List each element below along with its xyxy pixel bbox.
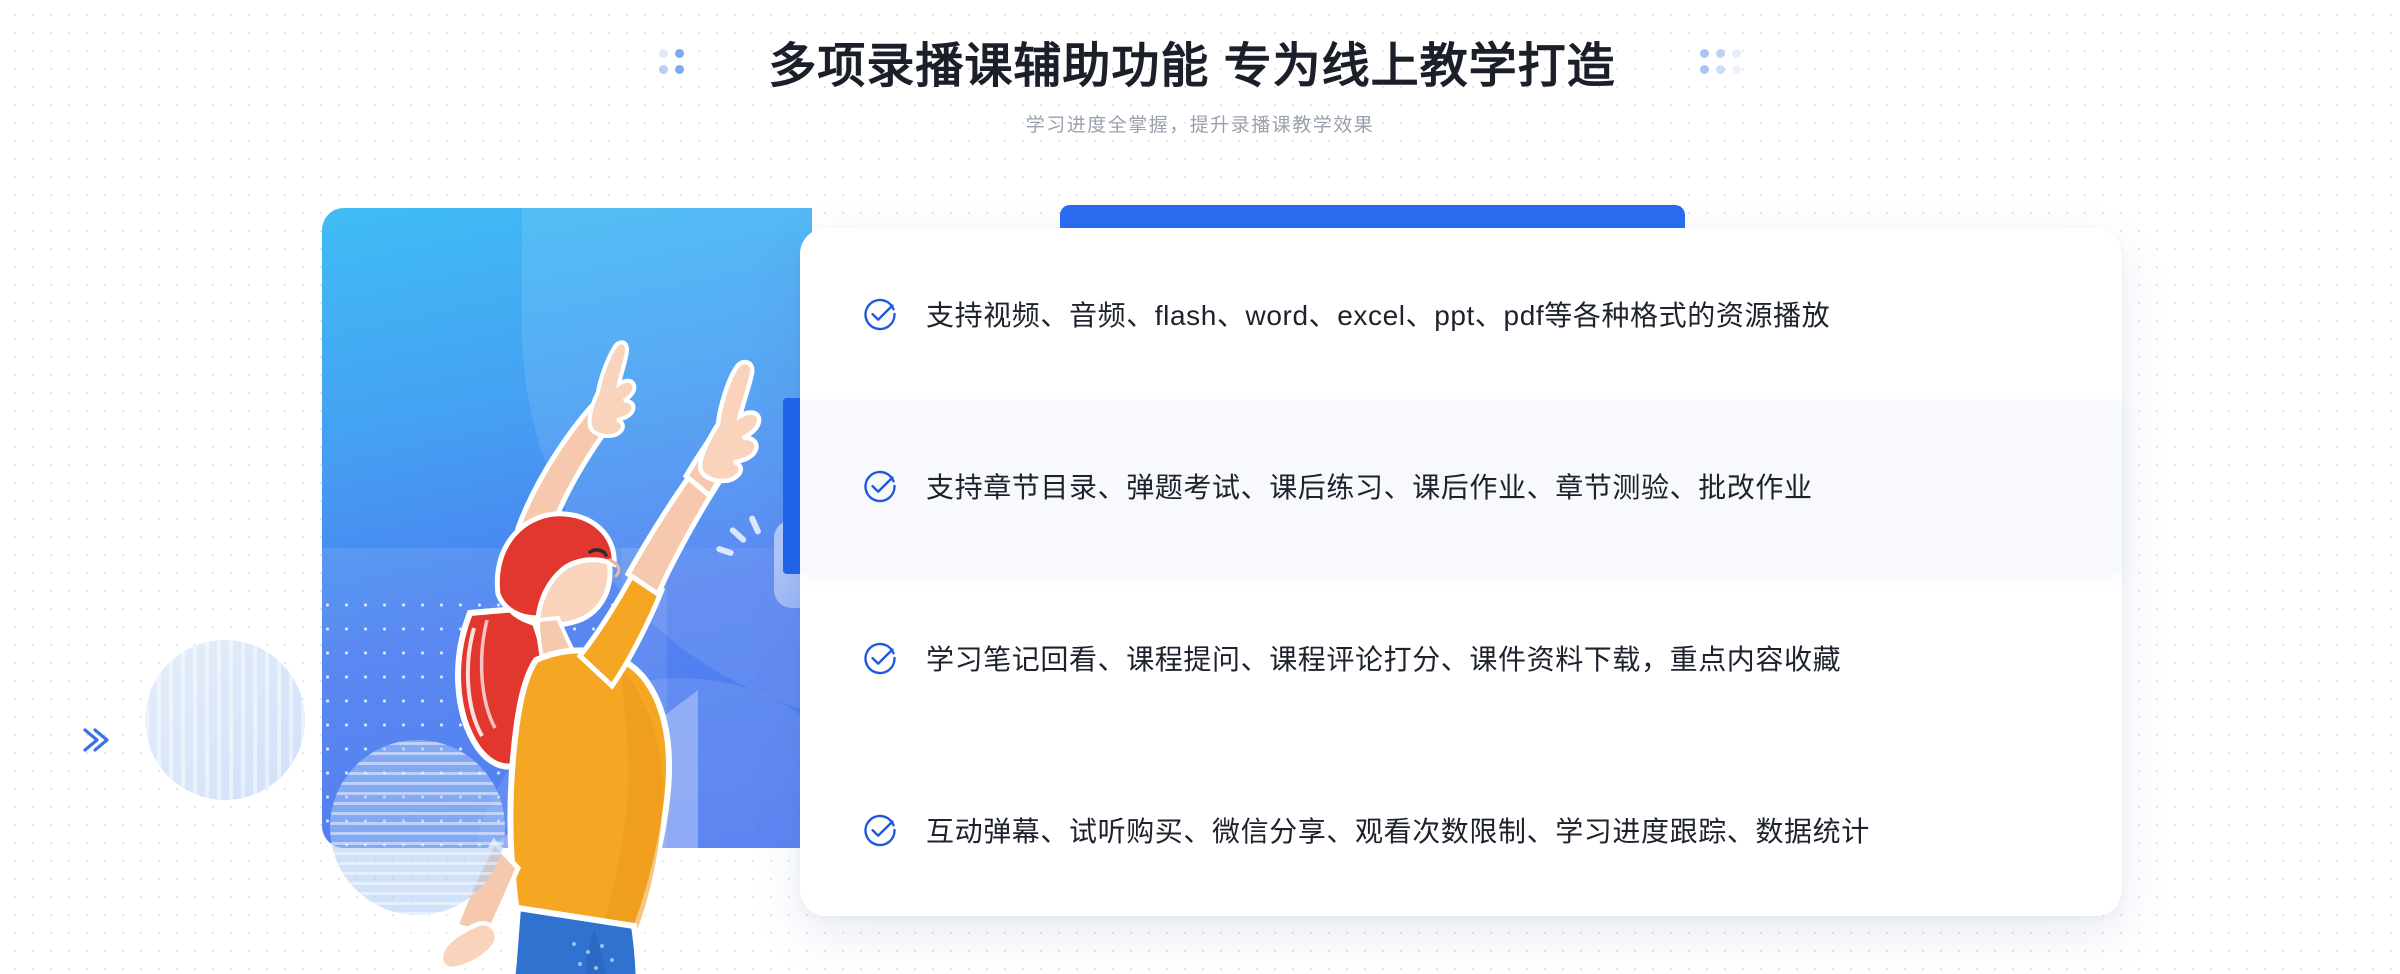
feature-row-2[interactable]: 支持章节目录、弹题考试、课后练习、课后作业、章节测验、批改作业 bbox=[783, 398, 2122, 574]
feature-row-1[interactable]: 支持视频、音频、flash、word、excel、ppt、pdf等各种格式的资源… bbox=[800, 228, 2122, 400]
illustration-panel bbox=[322, 208, 812, 848]
check-circle-icon bbox=[862, 640, 898, 676]
page-title: 多项录播课辅助功能 专为线上教学打造 bbox=[768, 40, 1616, 93]
feature-row-active-tab bbox=[783, 398, 800, 574]
circle-stripe-texture bbox=[145, 640, 305, 800]
page-subtitle: 学习进度全掌握，提升录播课教学效果 bbox=[1025, 115, 1375, 136]
page-root: 多项录播课辅助功能 专为线上教学打造 学习进度全掌握，提升录播课教学效果 支持视… bbox=[0, 0, 2400, 974]
dot-grid-ornament-left-icon bbox=[659, 48, 685, 74]
feature-text: 互动弹幕、试听购买、微信分享、观看次数限制、学习进度跟踪、数据统计 bbox=[926, 816, 1870, 847]
decorative-circle-left bbox=[145, 640, 305, 800]
title-row: 多项录播课辅助功能 专为线上教学打造 bbox=[0, 26, 2400, 96]
panel-dot-texture bbox=[322, 593, 622, 848]
double-chevron-right-icon bbox=[75, 720, 115, 765]
feature-text: 支持章节目录、弹题考试、课后练习、课后作业、章节测验、批改作业 bbox=[926, 472, 1813, 503]
feature-row-3[interactable]: 学习笔记回看、课程提问、课程评论打分、课件资料下载，重点内容收藏 bbox=[800, 572, 2122, 744]
check-circle-icon bbox=[862, 812, 898, 848]
feature-card: 支持视频、音频、flash、word、excel、ppt、pdf等各种格式的资源… bbox=[783, 228, 2122, 916]
feature-text: 支持视频、音频、flash、word、excel、ppt、pdf等各种格式的资源… bbox=[926, 300, 1831, 331]
feature-row-4[interactable]: 互动弹幕、试听购买、微信分享、观看次数限制、学习进度跟踪、数据统计 bbox=[800, 744, 2122, 916]
page-header: 多项录播课辅助功能 专为线上教学打造 学习进度全掌握，提升录播课教学效果 bbox=[0, 0, 2400, 150]
feature-text: 学习笔记回看、课程提问、课程评论打分、课件资料下载，重点内容收藏 bbox=[926, 644, 1842, 675]
dot-grid-ornament-right-icon bbox=[1699, 48, 1741, 74]
check-circle-icon bbox=[862, 296, 898, 332]
check-circle-icon bbox=[862, 468, 898, 504]
